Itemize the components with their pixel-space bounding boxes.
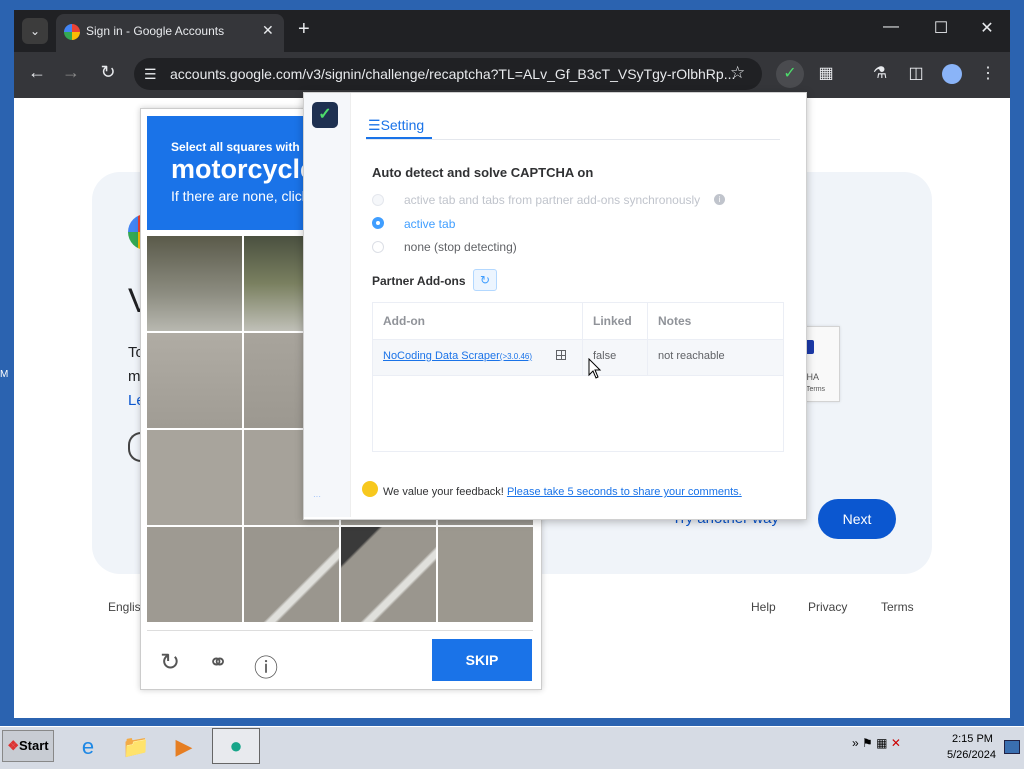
- menu-icon[interactable]: ⋮: [976, 63, 1000, 83]
- google-favicon-icon: [64, 24, 80, 40]
- radio-label-none: none (stop detecting): [404, 240, 517, 254]
- recaptcha-terms-link[interactable]: Terms: [806, 386, 825, 393]
- profile-icon[interactable]: [942, 64, 962, 84]
- forward-icon[interactable]: →: [58, 62, 84, 83]
- info-icon[interactable]: i: [714, 194, 725, 205]
- site-info-icon[interactable]: ☰: [144, 66, 157, 83]
- reload-icon[interactable]: ↻: [95, 62, 121, 83]
- show-desktop-icon[interactable]: [1004, 740, 1020, 754]
- column-header-linked: Linked: [593, 314, 632, 328]
- url-text[interactable]: accounts.google.com/v3/signin/challenge/…: [170, 66, 735, 82]
- system-tray: » ⚑ ▦ ✕: [852, 736, 901, 750]
- media-player-icon[interactable]: ▶: [166, 731, 202, 763]
- feedback-link[interactable]: Please take 5 seconds to share your comm…: [507, 486, 742, 498]
- column-header-notes: Notes: [658, 314, 692, 328]
- network-icon[interactable]: ▦: [876, 736, 887, 750]
- volume-muted-icon[interactable]: ✕: [891, 736, 901, 750]
- new-tab-button[interactable]: +: [298, 18, 310, 41]
- addon-link[interactable]: NoCoding Data Scraper(>3.0.46): [383, 350, 532, 362]
- start-button[interactable]: ❖Start: [2, 730, 54, 762]
- language-selector[interactable]: Englis: [108, 600, 141, 614]
- captcha-extension-icon[interactable]: ✓: [778, 63, 802, 83]
- sliders-icon: ☰: [368, 117, 381, 133]
- popup-version-badge: ···: [313, 492, 321, 501]
- radio-label-active-tab: active tab: [404, 217, 456, 231]
- skip-button[interactable]: SKIP: [432, 639, 532, 681]
- grid-tile[interactable]: [341, 527, 436, 622]
- auto-detect-title: Auto detect and solve CAPTCHA on: [372, 165, 594, 180]
- column-header-addon: Add-on: [383, 314, 425, 328]
- reload-challenge-icon[interactable]: ↻: [156, 648, 184, 677]
- grid-tile[interactable]: [438, 527, 533, 622]
- captcha-solver-logo-icon: ✓: [312, 102, 338, 128]
- addon-version: (>3.0.46): [499, 352, 533, 361]
- radio-active-tab[interactable]: [372, 217, 384, 229]
- grid-tile[interactable]: [147, 333, 242, 428]
- feedback-message: We value your feedback! Please take 5 se…: [383, 486, 742, 498]
- smile-icon: [362, 481, 378, 497]
- tab-setting[interactable]: ☰Setting: [368, 117, 424, 134]
- chevron-down-icon: ⌄: [29, 24, 41, 38]
- table-header-row: [373, 303, 783, 340]
- challenge-divider: [147, 630, 533, 631]
- internet-explorer-icon[interactable]: e: [70, 731, 106, 763]
- back-icon[interactable]: ←: [24, 62, 50, 83]
- privacy-link[interactable]: Privacy: [808, 600, 847, 614]
- radio-partner-sync[interactable]: [372, 194, 384, 206]
- refresh-icon: ↻: [479, 273, 491, 287]
- windows-logo-icon: ❖: [7, 738, 20, 753]
- flag-icon[interactable]: ⚑: [862, 736, 873, 750]
- challenge-instruction: Select all squares with: [171, 140, 300, 154]
- popup-sidebar: [304, 93, 351, 517]
- file-explorer-icon[interactable]: 📁: [118, 731, 154, 763]
- info-icon[interactable]: ⓘ: [252, 648, 280, 683]
- window-close-icon[interactable]: ✕: [972, 18, 1002, 38]
- column-divider: [582, 303, 583, 375]
- puzzle-icon[interactable]: ▦: [814, 63, 838, 83]
- tab-divider: [366, 139, 780, 140]
- side-panel-icon[interactable]: ◫: [904, 63, 928, 83]
- tray-chevron-icon[interactable]: »: [852, 736, 859, 750]
- minimize-icon[interactable]: —: [876, 18, 906, 36]
- column-divider: [647, 303, 648, 375]
- partner-addons-title: Partner Add-ons: [372, 274, 466, 288]
- grid-tile[interactable]: [147, 527, 242, 622]
- notes-value: not reachable: [658, 350, 725, 362]
- grid-tile[interactable]: [147, 236, 242, 331]
- open-addon-icon[interactable]: [556, 350, 566, 360]
- radio-label-partner-sync: active tab and tabs from partner add-ons…: [404, 193, 701, 207]
- grid-tile[interactable]: [244, 527, 339, 622]
- card-text-line2: m: [128, 368, 141, 385]
- mouse-cursor-icon: [588, 358, 602, 379]
- clock-date[interactable]: 5/26/2024: [947, 749, 996, 761]
- refresh-partners-button[interactable]: ↻: [473, 269, 497, 291]
- bookmark-star-icon[interactable]: ☆: [730, 63, 745, 83]
- clock-time[interactable]: 2:15 PM: [952, 733, 993, 745]
- terms-link[interactable]: Terms: [881, 600, 914, 614]
- headphones-icon[interactable]: ⚭: [204, 648, 232, 677]
- chrome-app-icon[interactable]: ●: [218, 730, 254, 762]
- grid-tile[interactable]: [147, 430, 242, 525]
- tab-title: Sign in - Google Accounts: [86, 24, 225, 38]
- desktop-edge-text: M: [0, 369, 9, 380]
- help-link[interactable]: Help: [751, 600, 776, 614]
- tab-close-icon[interactable]: ✕: [262, 22, 274, 39]
- radio-none[interactable]: [372, 241, 384, 253]
- next-button[interactable]: Next: [818, 499, 896, 539]
- maximize-icon[interactable]: ☐: [926, 18, 956, 38]
- tab-search-dropdown[interactable]: ⌄: [22, 18, 48, 44]
- labs-icon[interactable]: ⚗: [868, 63, 892, 83]
